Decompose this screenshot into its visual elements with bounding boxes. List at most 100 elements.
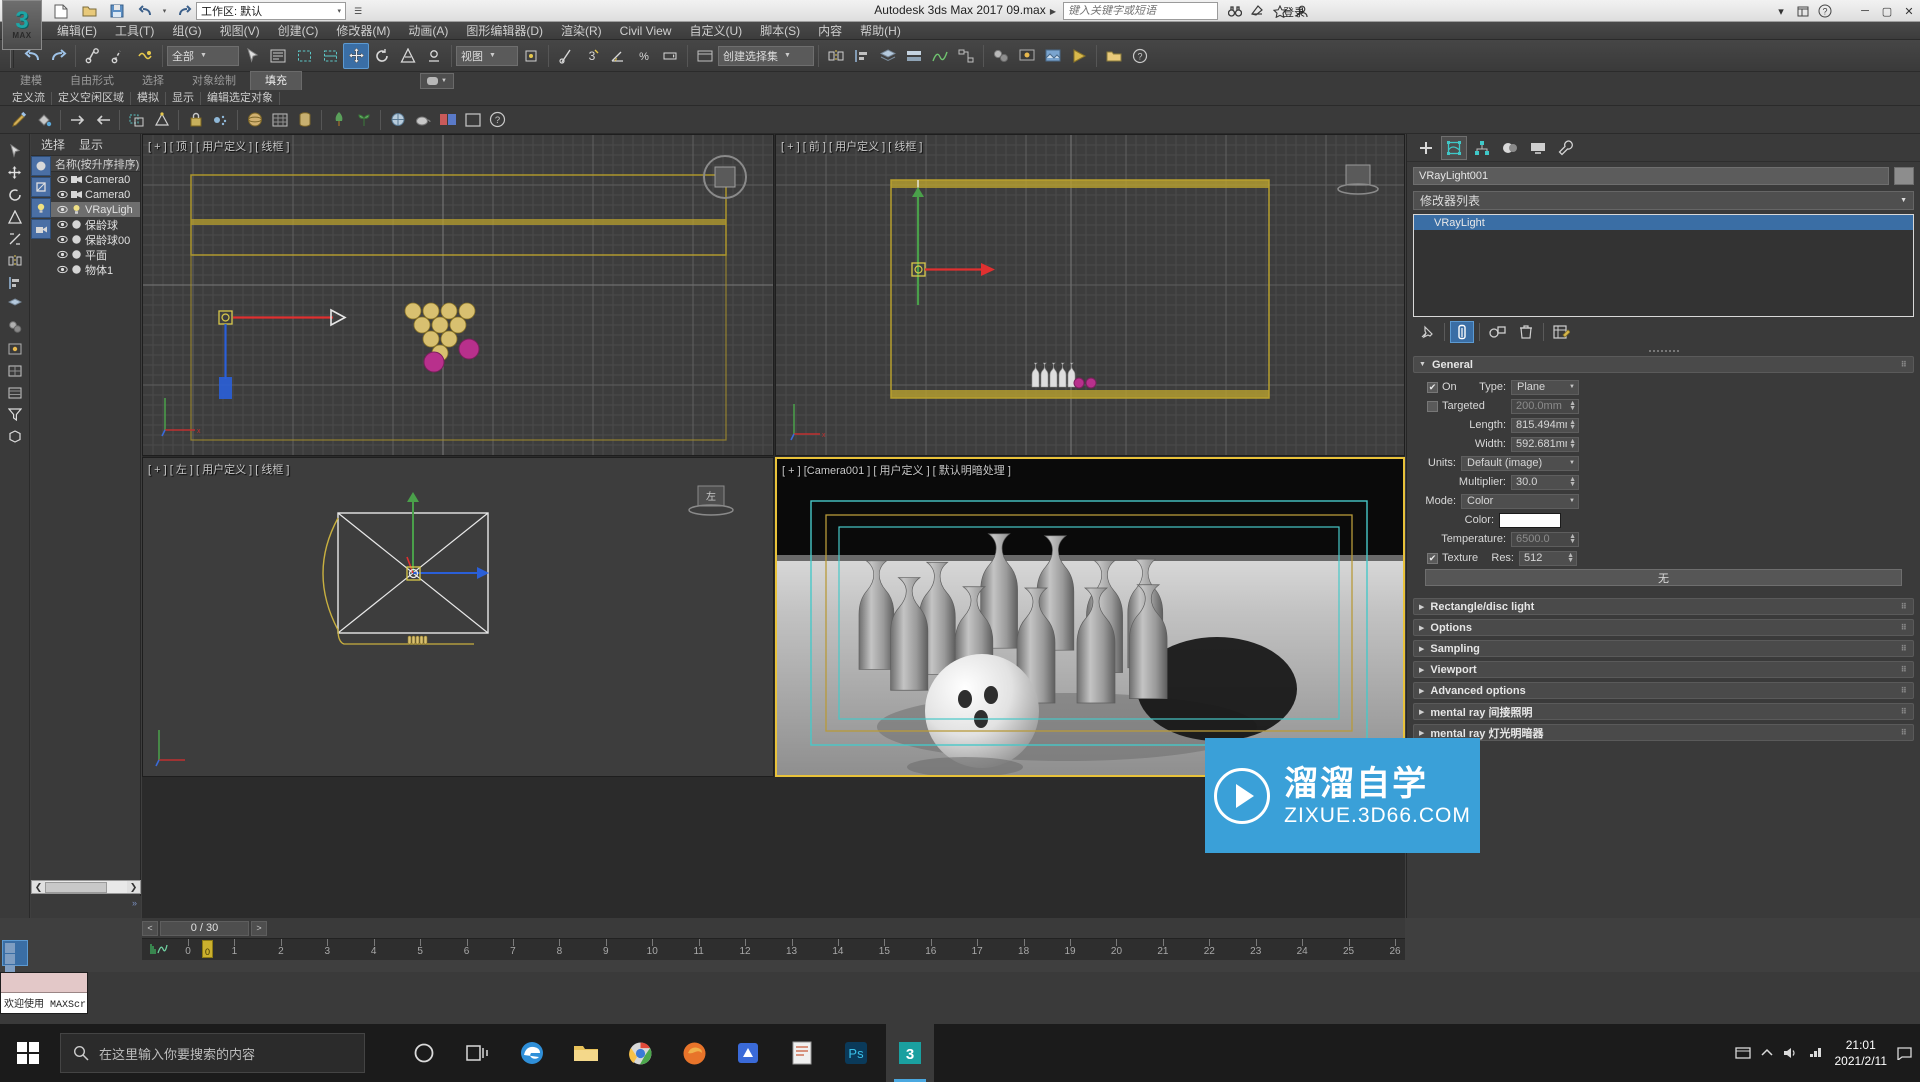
- menu-item-11[interactable]: 脚本(S): [751, 22, 809, 40]
- edge-icon[interactable]: [508, 1024, 556, 1082]
- units-dropdown[interactable]: Default (image) ▼: [1461, 455, 1579, 471]
- filter-shapes-icon[interactable]: [31, 177, 51, 197]
- filter-cameras-icon[interactable]: [31, 219, 51, 239]
- rotate-dock-icon[interactable]: [3, 184, 27, 205]
- list-dock-icon[interactable]: [3, 382, 27, 403]
- scene-explorer-menu-0[interactable]: 选择: [41, 136, 65, 153]
- action-center-icon[interactable]: [1897, 1046, 1912, 1060]
- ribbon-tab-0[interactable]: 建模: [6, 72, 56, 90]
- scene-explorer-hscrollbar[interactable]: ❮ ❯: [31, 880, 141, 894]
- ribbon-options-icon[interactable]: ▾: [1770, 1, 1792, 21]
- temperature-field[interactable]: 6500.0 ▲ ▼: [1511, 531, 1579, 547]
- move-dock-icon[interactable]: [3, 162, 27, 183]
- align-icon[interactable]: [849, 43, 875, 69]
- make-unique-icon[interactable]: [1485, 321, 1509, 343]
- redo-icon[interactable]: [171, 1, 197, 21]
- display-tab[interactable]: [1525, 136, 1551, 160]
- menu-item-3[interactable]: 视图(V): [211, 22, 269, 40]
- res-field[interactable]: 512 ▲ ▼: [1519, 550, 1577, 566]
- curve-editor-icon[interactable]: [927, 43, 953, 69]
- visibility-eye-icon[interactable]: [57, 174, 68, 185]
- bind-space-warp-icon[interactable]: [132, 43, 158, 69]
- spinner-icon[interactable]: ▲ ▼: [1567, 400, 1576, 412]
- menu-item-4[interactable]: 创建(C): [269, 22, 328, 40]
- on-checkbox[interactable]: ✔ On: [1417, 381, 1469, 393]
- light-color-swatch[interactable]: [1499, 512, 1561, 528]
- help-icon[interactable]: ?: [1814, 1, 1836, 21]
- rollout-header-2[interactable]: ▶ Sampling ⠿: [1413, 640, 1914, 657]
- texture-checkbox[interactable]: ✔ Texture: [1417, 552, 1489, 564]
- scene-explorer-item[interactable]: 物体1: [51, 262, 140, 277]
- lock-selection-icon[interactable]: [183, 108, 208, 132]
- object-name-field[interactable]: VRayLight001: [1413, 167, 1889, 185]
- app6-icon[interactable]: [724, 1024, 772, 1082]
- arrow-right-icon[interactable]: [65, 108, 90, 132]
- material-dock-icon[interactable]: [3, 316, 27, 337]
- frame-display[interactable]: 0 / 30: [160, 920, 249, 936]
- taskbar-search[interactable]: 在这里输入你要搜索的内容: [60, 1033, 365, 1073]
- filter-lights-icon[interactable]: [31, 198, 51, 218]
- menu-item-0[interactable]: 编辑(E): [48, 22, 106, 40]
- align-dock-icon[interactable]: [3, 272, 27, 293]
- snap-dock-icon[interactable]: [3, 228, 27, 249]
- rollout-header-5[interactable]: ▶ mental ray 间接照明 ⠿: [1413, 703, 1914, 720]
- select-object-dock-icon[interactable]: [3, 140, 27, 161]
- configure-modifier-sets-icon[interactable]: [1549, 321, 1573, 343]
- mirror-dock-icon[interactable]: [3, 250, 27, 271]
- workspace-selector[interactable]: 工作区: 默认 ▾: [196, 2, 346, 20]
- select-object-icon[interactable]: [239, 43, 265, 69]
- tray-app-icon[interactable]: [1734, 1045, 1751, 1061]
- visibility-eye-icon[interactable]: [57, 219, 68, 230]
- menu-item-5[interactable]: 修改器(M): [327, 22, 399, 40]
- spinner-snap-icon[interactable]: [657, 43, 683, 69]
- use-pivot-center-icon[interactable]: [518, 43, 544, 69]
- open-file-icon[interactable]: [76, 1, 102, 21]
- workspace-more-icon[interactable]: ☰: [350, 2, 366, 20]
- viewport-camera[interactable]: [ + ] [Camera001 ] [ 用户定义 ] [ 默认明暗处理 ]: [775, 457, 1405, 777]
- reference-coordinate-combo[interactable]: 视图 ▼: [456, 45, 518, 66]
- spinner-icon[interactable]: ▲ ▼: [1567, 419, 1576, 431]
- rollout-header-0[interactable]: ▶ Rectangle/disc light ⠿: [1413, 598, 1914, 615]
- placement-tool-icon[interactable]: [421, 43, 447, 69]
- satellite-icon[interactable]: [1251, 5, 1264, 17]
- undo-icon[interactable]: [132, 1, 158, 21]
- task-view-icon[interactable]: [454, 1024, 502, 1082]
- cylinder-object-icon[interactable]: [292, 108, 317, 132]
- new-file-icon[interactable]: [48, 1, 74, 21]
- menu-item-1[interactable]: 工具(T): [106, 22, 163, 40]
- visibility-eye-icon[interactable]: [57, 264, 68, 275]
- track-bar[interactable]: 0 1 2 3 4 5 6 7 8 9 10 11 12 13 14 15 16 17 18 19 20 21 22 23 24…: [142, 938, 1405, 960]
- viewport-top[interactable]: x [ + ] [ 顶 ] [ 用户定义 ] [ 线框 ]: [142, 134, 774, 456]
- maxscript-output-line[interactable]: 欢迎使用 MAXScr: [1, 993, 87, 1013]
- scroll-left-icon[interactable]: ❮: [32, 881, 45, 893]
- general-rollout-header[interactable]: ▼ General ⠿: [1413, 356, 1914, 373]
- sphere-object-icon[interactable]: [242, 108, 267, 132]
- help-search-box[interactable]: [1063, 2, 1218, 20]
- tree-foliage-icon[interactable]: [326, 108, 351, 132]
- ribbon-tab-3[interactable]: 对象绘制: [178, 72, 250, 90]
- prev-frame-button[interactable]: <: [142, 920, 158, 936]
- snaps-toggle-icon[interactable]: 3: [579, 43, 605, 69]
- undo-dropdown-icon[interactable]: ▾: [160, 7, 169, 15]
- modifier-list-combo[interactable]: 修改器列表 ▼: [1413, 191, 1914, 210]
- ribbon-subtab-3[interactable]: 显示: [166, 91, 201, 105]
- file-explorer-icon[interactable]: [562, 1024, 610, 1082]
- scene-explorer-item[interactable]: Camera0: [51, 172, 140, 187]
- visibility-eye-icon[interactable]: [57, 189, 68, 200]
- select-and-rotate-icon[interactable]: [369, 43, 395, 69]
- scene-explorer-column-header[interactable]: 名称(按升序排序): [51, 156, 140, 172]
- help-search-input[interactable]: [1068, 5, 1213, 17]
- angle-snap-icon[interactable]: [605, 43, 631, 69]
- rollout-header-4[interactable]: ▶ Advanced options ⠿: [1413, 682, 1914, 699]
- object-color-swatch[interactable]: [1894, 167, 1914, 185]
- ribbon-popup-toggle[interactable]: ▼: [420, 73, 454, 89]
- scene-explorer-menu-1[interactable]: 显示: [79, 136, 103, 153]
- maximize-button[interactable]: ▢: [1876, 1, 1898, 21]
- material-editor-icon[interactable]: [988, 43, 1014, 69]
- viewport-front-label[interactable]: [ + ] [ 前 ] [ 用户定义 ] [ 线框 ]: [781, 138, 923, 154]
- arrow-left-icon[interactable]: [90, 108, 115, 132]
- maximize-restore-small-icon[interactable]: [1792, 1, 1814, 21]
- start-button[interactable]: [0, 1024, 56, 1082]
- objbar-help-icon[interactable]: ?: [485, 108, 510, 132]
- render-production-icon[interactable]: [1066, 43, 1092, 69]
